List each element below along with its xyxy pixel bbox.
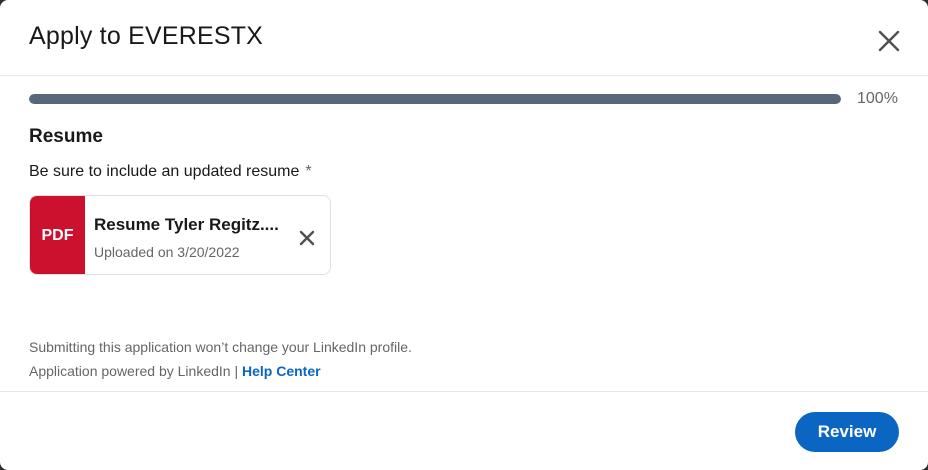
dialog-title: Apply to EVERESTX	[29, 22, 264, 50]
file-name: Resume Tyler Regitz....	[94, 215, 279, 234]
close-icon	[299, 230, 315, 246]
close-dialog-button[interactable]	[872, 24, 906, 58]
powered-by-text: Application powered by LinkedIn	[29, 363, 231, 379]
footer-divider	[0, 391, 928, 392]
field-label-text: Be sure to include an updated resume	[29, 163, 300, 180]
section-title: Resume	[29, 126, 103, 147]
close-icon	[878, 30, 900, 52]
powered-by-line: Application powered by LinkedIn | Help C…	[29, 363, 321, 379]
uploaded-resume-card: PDF Resume Tyler Regitz.... Uploaded on …	[29, 195, 331, 275]
progress-label: 100%	[857, 90, 898, 107]
review-button[interactable]: Review	[795, 412, 899, 452]
file-upload-date: Uploaded on 3/20/2022	[94, 244, 240, 260]
apply-dialog: Apply to EVERESTX 100% Resume Be sure to…	[0, 0, 928, 470]
progress-bar	[29, 94, 841, 104]
profile-notice: Submitting this application won’t change…	[29, 339, 412, 355]
separator: |	[234, 363, 239, 379]
pdf-badge: PDF	[30, 196, 85, 274]
remove-file-button[interactable]	[294, 225, 320, 251]
help-center-link[interactable]: Help Center	[242, 363, 321, 379]
resume-field-label: Be sure to include an updated resume *	[29, 163, 312, 181]
progress-bar-fill	[29, 94, 841, 104]
required-marker: *	[305, 163, 312, 180]
dialog-header: Apply to EVERESTX	[0, 0, 928, 76]
